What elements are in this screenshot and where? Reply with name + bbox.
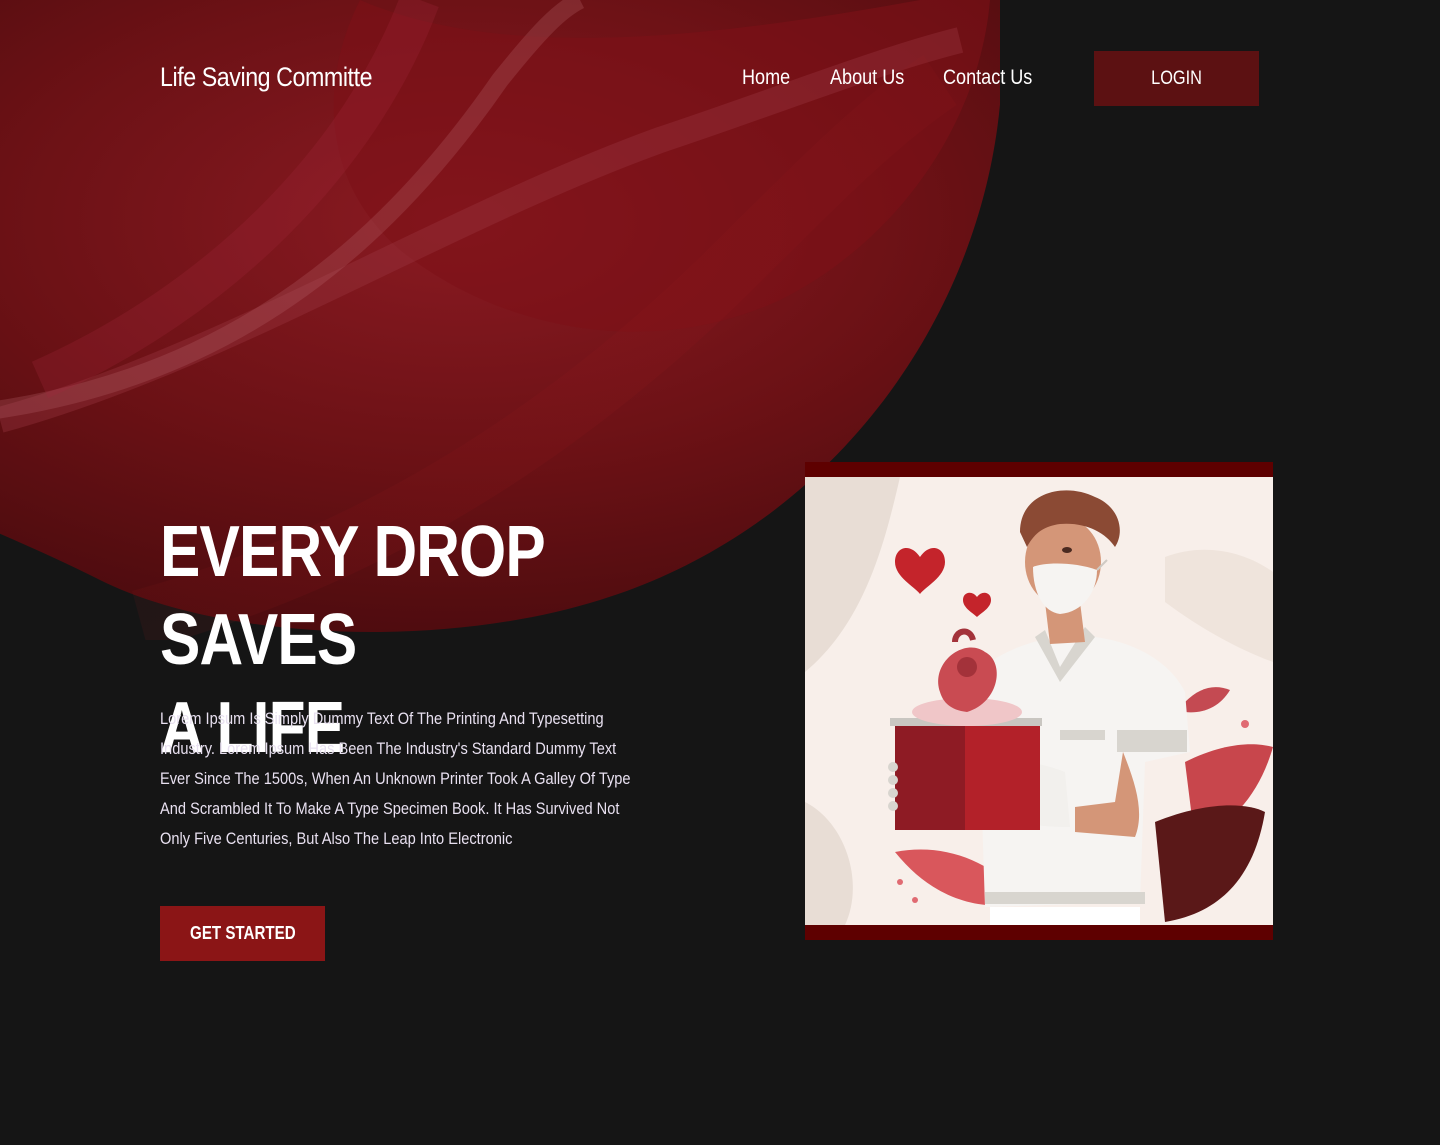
nav-item-about-us[interactable]: About Us [830, 66, 904, 90]
get-started-button[interactable]: GET STARTED [160, 906, 325, 961]
hero-description: Lorem Ipsum Is Simply Dummy Text Of The … [160, 709, 631, 848]
get-started-button-label: GET STARTED [189, 923, 296, 943]
site-header: Life Saving Committe Home About Us Conta… [160, 50, 1260, 106]
hero-title-line-1: EVERY DROP SAVES [160, 512, 545, 680]
login-button[interactable]: LOGIN [1094, 51, 1259, 106]
login-button-label: LOGIN [1151, 67, 1202, 89]
nav-item-contact-us[interactable]: Contact Us [943, 66, 1032, 90]
nav-item-home[interactable]: Home [742, 66, 790, 90]
doctor-heart-illustration [805, 462, 1273, 940]
brand-logo-text[interactable]: Life Saving Committe [160, 62, 373, 93]
doctor-carrying-heart-icon [805, 462, 1273, 940]
landing-page: Life Saving Committe Home About Us Conta… [0, 0, 1440, 1145]
